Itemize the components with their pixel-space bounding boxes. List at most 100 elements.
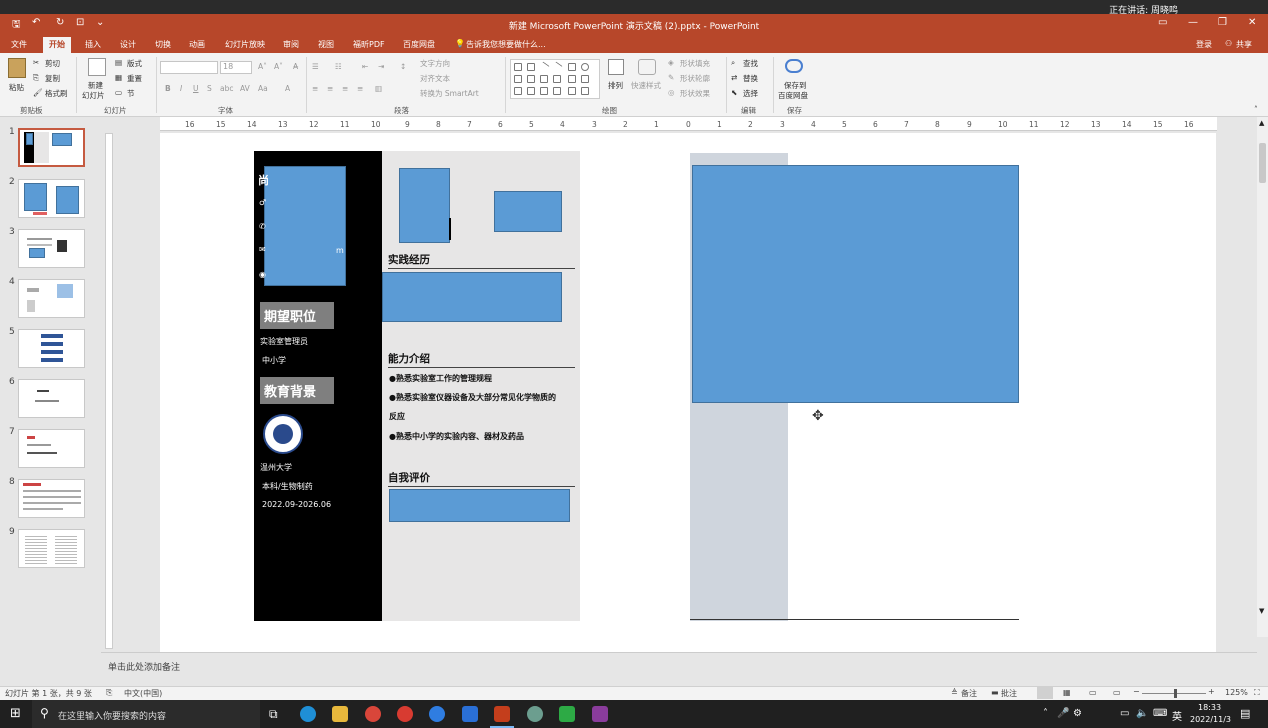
tab-file[interactable]: 文件: [11, 39, 27, 50]
tell-me-box[interactable]: 告诉我您想要做什么...: [466, 39, 546, 50]
shape-fill-button[interactable]: 形状填充: [680, 58, 710, 69]
network-icon[interactable]: ▭: [1120, 708, 1129, 719]
reset-button[interactable]: 重置: [127, 73, 142, 84]
grow-font-icon[interactable]: A˄: [258, 62, 267, 71]
decrease-indent-icon[interactable]: ⇤: [362, 62, 368, 71]
replace-button[interactable]: 替换: [743, 73, 758, 84]
notes-pane[interactable]: 单击此处添加备注: [101, 652, 1257, 679]
slide-thumb-3[interactable]: [18, 229, 85, 268]
rounded-rect-icon[interactable]: [514, 75, 522, 83]
collapse-ribbon-icon[interactable]: ˄: [1254, 105, 1258, 114]
brace-left-icon[interactable]: [553, 87, 561, 95]
task-view-icon[interactable]: ⧉: [269, 707, 278, 722]
reset-icon[interactable]: ▦: [115, 73, 122, 82]
shape-fill-icon[interactable]: ◈: [668, 58, 674, 67]
copy-button[interactable]: 复制: [45, 73, 60, 84]
zoom-level[interactable]: 125%: [1225, 688, 1248, 697]
align-center-icon[interactable]: ≡: [327, 84, 333, 93]
columns-icon[interactable]: ▥: [375, 84, 382, 93]
cut-button[interactable]: 剪切: [45, 58, 60, 69]
photo-placeholder[interactable]: [264, 166, 346, 286]
share-icon[interactable]: ⚇: [1225, 39, 1232, 48]
tab-home[interactable]: 开始: [43, 37, 71, 53]
quick-styles-icon[interactable]: [638, 59, 656, 75]
align-right-icon[interactable]: ≡: [342, 84, 348, 93]
notification-center-icon[interactable]: ▤: [1240, 707, 1250, 720]
layout-button[interactable]: 版式: [127, 58, 142, 69]
app-icon-red[interactable]: [397, 706, 413, 722]
change-case-icon[interactable]: Aa: [258, 84, 268, 93]
font-name-box[interactable]: [160, 61, 218, 74]
notes-icon[interactable]: ≜: [951, 688, 958, 697]
shape-effects-icon[interactable]: ◎: [668, 88, 675, 97]
line-icon[interactable]: [538, 61, 550, 73]
large-image-placeholder[interactable]: [692, 165, 1019, 403]
normal-view-icon[interactable]: [1037, 687, 1053, 699]
slide-thumb-2[interactable]: [18, 179, 85, 218]
image-placeholder[interactable]: [494, 191, 562, 232]
line-spacing-icon[interactable]: ↕: [400, 62, 406, 71]
elbow-connector-icon[interactable]: [553, 75, 561, 83]
keyboard-icon[interactable]: ⌨: [1153, 708, 1167, 719]
clear-format-icon[interactable]: A̶: [293, 62, 298, 71]
tab-review[interactable]: 审阅: [283, 39, 299, 50]
edge-icon[interactable]: [300, 706, 316, 722]
file-explorer-icon[interactable]: [332, 706, 348, 722]
layout-icon[interactable]: ▤: [115, 58, 122, 67]
fit-to-window-icon[interactable]: ⛶: [1254, 688, 1260, 698]
vertical-scrollbar[interactable]: ▲ ▼: [1257, 117, 1268, 637]
italic-icon[interactable]: I: [180, 84, 182, 93]
oval-icon[interactable]: [581, 63, 589, 71]
spellcheck-icon[interactable]: ⎘: [106, 688, 112, 698]
down-arrow-icon[interactable]: [581, 75, 589, 83]
tab-view[interactable]: 视图: [318, 39, 334, 50]
slide-thumb-7[interactable]: [18, 429, 85, 468]
triangle-icon[interactable]: [527, 75, 535, 83]
volume-icon[interactable]: 🔈: [1136, 708, 1148, 719]
numbering-icon[interactable]: ☷: [335, 62, 342, 71]
scroll-thumb[interactable]: [1259, 143, 1266, 183]
shrink-font-icon[interactable]: A˅: [274, 62, 283, 71]
tray-chevron-icon[interactable]: ˄: [1043, 708, 1048, 719]
slide-thumb-9[interactable]: [18, 529, 85, 568]
practice-placeholder[interactable]: [382, 272, 562, 322]
scroll-up-icon[interactable]: ▲: [1259, 119, 1264, 127]
shape-effects-button[interactable]: 形状效果: [680, 88, 710, 99]
bold-icon[interactable]: B: [165, 84, 171, 93]
paste-button[interactable]: 粘贴: [9, 82, 24, 93]
pentagon-icon[interactable]: [514, 87, 522, 95]
zoom-in-icon[interactable]: +: [1208, 687, 1215, 696]
new-slide-icon[interactable]: [88, 58, 106, 76]
reading-view-icon[interactable]: ▭: [1089, 688, 1097, 697]
bullets-icon[interactable]: ☰: [312, 62, 319, 71]
format-painter-button[interactable]: 格式刷: [45, 88, 68, 99]
tab-animations[interactable]: 动画: [189, 39, 205, 50]
tab-foxit-pdf[interactable]: 福昕PDF: [353, 39, 385, 50]
find-icon[interactable]: ⌕: [731, 58, 735, 68]
shadow-icon[interactable]: S: [207, 84, 212, 93]
cut-icon[interactable]: ✂: [33, 58, 39, 67]
paste-icon[interactable]: [8, 58, 26, 78]
format-painter-icon[interactable]: 🖌: [33, 88, 43, 97]
font-color-icon[interactable]: A: [285, 84, 290, 93]
chrome-icon[interactable]: [365, 706, 381, 722]
zoom-out-icon[interactable]: −: [1133, 687, 1140, 696]
slide-thumb-8[interactable]: [18, 479, 85, 518]
maximize-icon[interactable]: ❐: [1218, 17, 1227, 28]
app-icon-purple[interactable]: [592, 706, 608, 722]
slide-thumb-4[interactable]: [18, 279, 85, 318]
text-direction-button[interactable]: 文字方向: [420, 58, 450, 69]
app-icon-blue[interactable]: [462, 706, 478, 722]
arrow-line-icon[interactable]: [551, 61, 563, 73]
tab-transitions[interactable]: 切换: [155, 39, 171, 50]
arrange-icon[interactable]: [608, 59, 624, 75]
shapes-gallery[interactable]: [510, 59, 600, 99]
find-button[interactable]: 查找: [743, 58, 758, 69]
zoom-slider-thumb[interactable]: [1174, 689, 1177, 698]
smartart-button[interactable]: 转换为 SmartArt: [420, 88, 479, 99]
copy-icon[interactable]: ⎘: [33, 73, 39, 83]
curve-icon[interactable]: [527, 87, 535, 95]
comments-button[interactable]: 批注: [1001, 688, 1017, 699]
right-arrow-icon[interactable]: [568, 75, 576, 83]
minimize-icon[interactable]: —: [1188, 17, 1198, 28]
